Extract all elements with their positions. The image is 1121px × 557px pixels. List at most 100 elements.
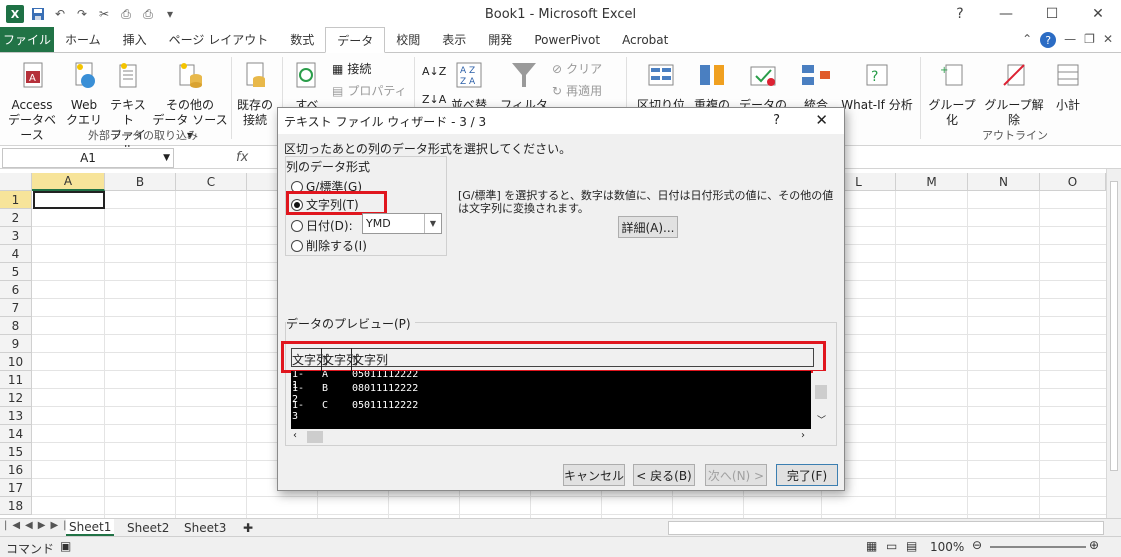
customize-qat-icon[interactable]: ▾ (162, 6, 178, 22)
sheet-nav-arrows-icon[interactable]: |◀◀▶▶| (4, 520, 72, 531)
row-header[interactable]: 14 (0, 425, 32, 443)
properties-button[interactable]: ▤ プロパティ (332, 82, 407, 99)
redo-icon[interactable]: ↷ (74, 6, 90, 22)
help-icon[interactable]: ? (937, 0, 983, 28)
tab-formulas[interactable]: 数式 (279, 27, 325, 52)
insert-sheet-icon[interactable]: ✚ (240, 519, 256, 536)
tab-file[interactable]: ファイル (0, 27, 54, 52)
collapse-ribbon-icon[interactable]: ⌃ (1022, 32, 1032, 48)
tab-home[interactable]: ホーム (54, 27, 112, 52)
row-header[interactable]: 18 (0, 497, 32, 515)
zoom-out-icon[interactable]: ⊖ (972, 538, 982, 552)
remove-duplicates-button[interactable]: 重複の (692, 61, 732, 113)
row-header[interactable]: 16 (0, 461, 32, 479)
sheet-tab[interactable]: Sheet1 (66, 519, 115, 536)
tab-powerpivot[interactable]: PowerPivot (523, 27, 611, 52)
tab-page-layout[interactable]: ページ レイアウト (158, 27, 280, 52)
format-painter-icon[interactable]: ✂ (96, 6, 112, 22)
insert-function-icon[interactable]: fx (236, 150, 248, 165)
zoom-level[interactable]: 100% (930, 540, 964, 554)
sort-ascending-button[interactable]: A↓Z (422, 65, 446, 78)
advanced-button[interactable]: 詳細(A)... (618, 216, 678, 238)
radio-skip[interactable]: 削除する(I) (291, 237, 367, 254)
back-button[interactable]: < 戻る(B) (633, 464, 695, 486)
print-preview-icon[interactable]: ⎙ (118, 6, 134, 22)
sheet-tab[interactable]: Sheet2 (124, 519, 172, 536)
minimize-icon[interactable]: — (983, 0, 1029, 28)
clear-filter-button[interactable]: ⊘ クリア (552, 60, 602, 77)
column-header[interactable]: B (105, 173, 176, 191)
page-layout-view-icon[interactable]: ▭ (886, 539, 897, 553)
access-database-button[interactable]: A Access データベース (4, 61, 60, 143)
row-header[interactable]: 12 (0, 389, 32, 407)
sheet-tab[interactable]: Sheet3 (181, 519, 229, 536)
scrollbar-thumb[interactable] (307, 431, 323, 443)
tab-acrobat[interactable]: Acrobat (611, 27, 679, 52)
ungroup-button[interactable]: グループ解除 (980, 61, 1048, 128)
macro-record-icon[interactable]: ▣ (60, 539, 71, 553)
row-header[interactable]: 8 (0, 317, 32, 335)
normal-view-icon[interactable]: ▦ (866, 539, 877, 553)
select-all-corner[interactable] (0, 173, 32, 191)
horizontal-scrollbar[interactable] (668, 521, 1104, 535)
row-header[interactable]: 11 (0, 371, 32, 389)
scrollbar-thumb[interactable] (1110, 181, 1118, 471)
finish-button[interactable]: 完了(F) (776, 464, 838, 486)
web-query-button[interactable]: Web クエリ (64, 61, 104, 128)
what-if-analysis-button[interactable]: ? What-If 分析 (838, 61, 916, 113)
zoom-in-icon[interactable]: ⊕ (1089, 538, 1099, 552)
date-format-select[interactable]: YMD ▼ (362, 213, 442, 234)
row-header[interactable]: 5 (0, 263, 32, 281)
row-header[interactable]: 4 (0, 245, 32, 263)
row-header[interactable]: 3 (0, 227, 32, 245)
dialog-help-icon[interactable]: ? (773, 113, 780, 128)
close-icon[interactable]: ✕ (1075, 0, 1121, 28)
row-header[interactable]: 13 (0, 407, 32, 425)
maximize-icon[interactable]: ☐ (1029, 0, 1075, 28)
column-header[interactable]: A (32, 173, 105, 191)
name-box[interactable]: A1 ▼ (2, 148, 174, 168)
row-header[interactable]: 10 (0, 353, 32, 371)
group-button[interactable]: + グループ化 (924, 61, 980, 128)
scrollbar-thumb[interactable] (815, 385, 827, 399)
help-icon[interactable]: ? (1040, 32, 1057, 48)
tab-data[interactable]: データ (325, 27, 386, 53)
data-validation-button[interactable]: データの (738, 61, 788, 113)
close-workbook-icon[interactable]: ✕ (1103, 32, 1113, 48)
row-header[interactable]: 17 (0, 479, 32, 497)
row-header[interactable]: 7 (0, 299, 32, 317)
cancel-button[interactable]: キャンセル (563, 464, 625, 486)
minimize-workbook-icon[interactable]: — (1064, 32, 1076, 48)
column-header[interactable]: C (176, 173, 247, 191)
tab-review[interactable]: 校閲 (385, 27, 431, 52)
row-header[interactable]: 9 (0, 335, 32, 353)
preview-vertical-scrollbar[interactable]: ﹀ (813, 371, 829, 429)
subtotal-button[interactable]: 小計 (1050, 61, 1086, 113)
radio-date[interactable]: 日付(D): (291, 217, 353, 234)
tab-view[interactable]: 表示 (431, 27, 477, 52)
column-header[interactable]: O (1040, 173, 1106, 191)
page-break-view-icon[interactable]: ▤ (906, 539, 917, 553)
chevron-left-icon[interactable]: ‹ (293, 430, 297, 441)
tab-developer[interactable]: 開発 (477, 27, 523, 52)
save-icon[interactable] (30, 6, 46, 22)
text-file-button[interactable]: テキスト ファイル (106, 61, 150, 158)
row-header[interactable]: 15 (0, 443, 32, 461)
quick-print-icon[interactable]: ⎙ (140, 6, 156, 22)
column-header[interactable]: M (896, 173, 968, 191)
tab-insert[interactable]: 挿入 (112, 27, 158, 52)
vertical-scrollbar[interactable] (1106, 169, 1121, 518)
connections-button[interactable]: ▦ 接続 (332, 60, 371, 77)
dialog-close-icon[interactable]: ✕ (815, 111, 828, 129)
row-header[interactable]: 2 (0, 209, 32, 227)
next-button[interactable]: 次へ(N) > (705, 464, 767, 486)
consolidate-button[interactable]: 統合 (796, 61, 836, 113)
undo-icon[interactable]: ↶ (52, 6, 68, 22)
chevron-right-icon[interactable]: › (801, 430, 805, 441)
active-cell[interactable] (33, 191, 105, 209)
sort-descending-button[interactable]: Z↓A (422, 93, 446, 106)
existing-connections-button[interactable]: 既存の 接続 (234, 61, 276, 128)
row-header[interactable]: 6 (0, 281, 32, 299)
column-header[interactable]: N (968, 173, 1040, 191)
restore-workbook-icon[interactable]: ❐ (1084, 32, 1095, 48)
